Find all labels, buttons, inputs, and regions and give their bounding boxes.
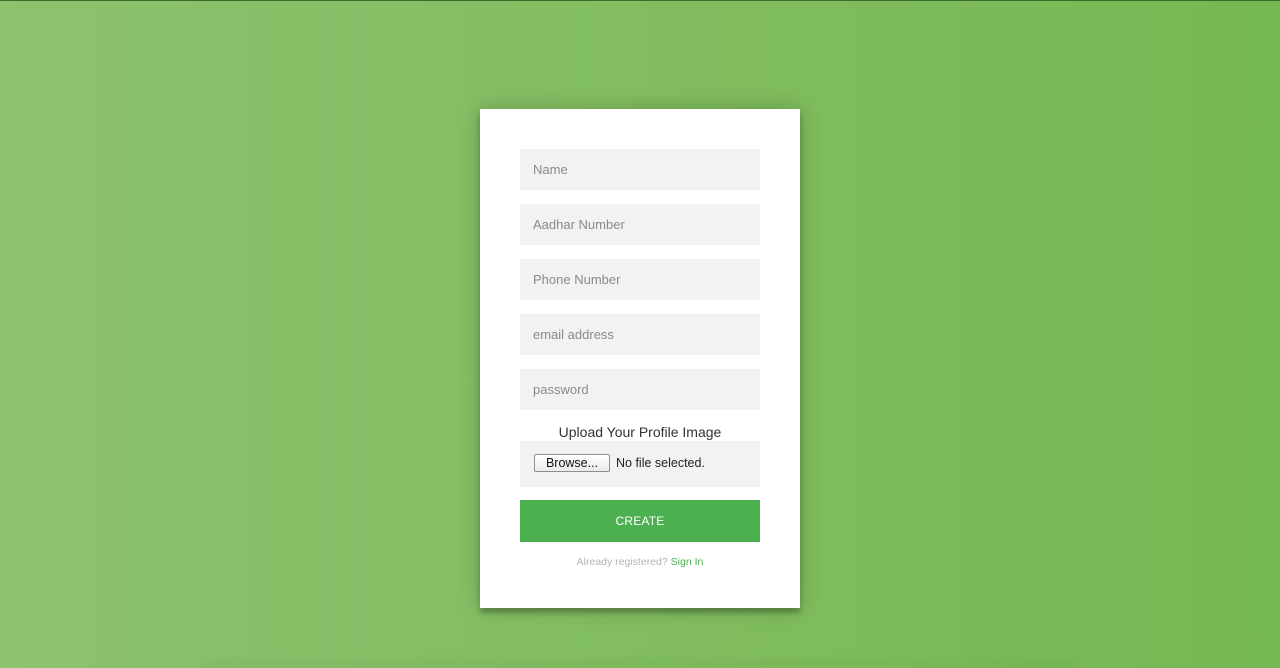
signin-message: Already registered? Sign In [520,556,760,568]
bottom-shadow [200,660,1080,668]
browse-button[interactable]: Browse... [534,454,610,472]
password-input[interactable] [520,369,760,410]
sign-in-link[interactable]: Sign In [671,556,704,568]
register-form-card: Upload Your Profile Image Browse... No f… [480,109,800,608]
profile-image-file-input[interactable]: Browse... No file selected. [520,441,760,487]
aadhar-number-input[interactable] [520,204,760,245]
already-registered-text: Already registered? [576,556,668,568]
top-border [0,0,1280,1]
email-input[interactable] [520,314,760,355]
phone-number-input[interactable] [520,259,760,300]
name-input[interactable] [520,149,760,190]
create-button[interactable]: CREATE [520,500,760,542]
upload-profile-image-label: Upload Your Profile Image [558,424,722,440]
file-status-text: No file selected. [616,456,705,470]
